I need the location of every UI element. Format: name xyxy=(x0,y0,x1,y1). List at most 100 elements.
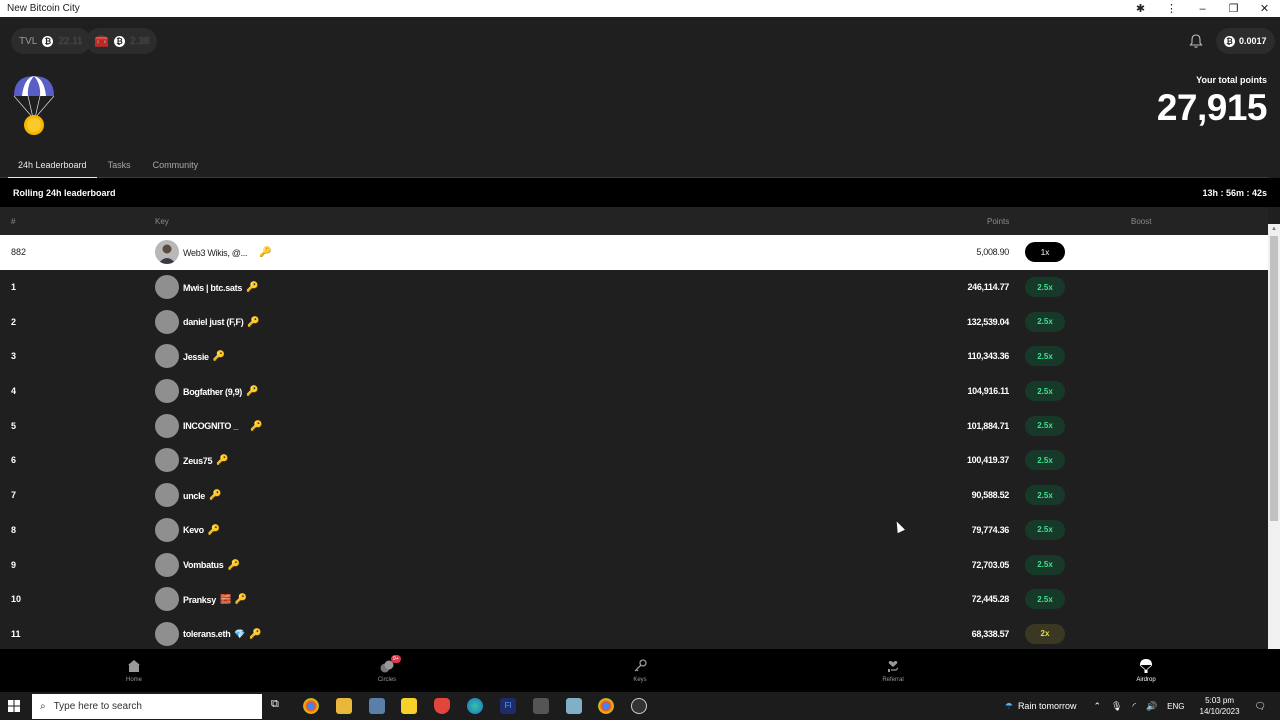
extensions-icon[interactable]: ✱ xyxy=(1125,2,1156,15)
row-name: Mwis | btc.sats xyxy=(183,282,243,293)
nav-referral[interactable]: Referral xyxy=(863,658,923,683)
table-row[interactable]: 8 Kevo 🔑 79,774.36 2.5x xyxy=(0,513,1268,548)
row-name: Bogfather (9,9) xyxy=(183,386,243,397)
avatar xyxy=(155,552,179,577)
key-icon: 🔑 xyxy=(250,420,263,432)
table-row[interactable]: 10 Pranksy 🧱 🔑 72,445.28 2.5x xyxy=(0,582,1268,617)
avatar xyxy=(155,587,179,612)
clock[interactable]: 5:03 pm 14/10/2023 xyxy=(1200,695,1240,717)
row-name: INCOGNITO _ xyxy=(183,421,239,432)
nav-airdrop[interactable]: Airdrop xyxy=(1116,658,1176,683)
row-rank: 11 xyxy=(11,628,21,639)
nav-label: Circles xyxy=(377,677,397,683)
microphone-icon[interactable]: 🎙 xyxy=(1111,701,1122,712)
table-row[interactable]: 5 INCOGNITO _ 🔑 101,884.71 2.5x xyxy=(0,409,1268,444)
show-hidden-icons[interactable]: ⌃ xyxy=(1093,701,1101,712)
row-points: 100,419.37 xyxy=(966,455,1009,466)
row-rank: 8 xyxy=(11,524,17,535)
tvl-label: TVL xyxy=(19,35,38,47)
rain-umbrella-icon: ☂ xyxy=(1004,700,1013,711)
avatar xyxy=(155,448,179,473)
row-points: 68,338.57 xyxy=(971,628,1010,639)
boost-badge: 2x xyxy=(1025,623,1065,644)
window-title: New Bitcoin City xyxy=(7,3,80,14)
avatar xyxy=(155,344,179,369)
volume-icon[interactable]: 🔊 xyxy=(1146,701,1157,712)
nav-home[interactable]: Home xyxy=(104,658,164,683)
table-row[interactable]: 7 uncle 🔑 90,588.52 2.5x xyxy=(0,478,1268,513)
nav-keys[interactable]: Keys xyxy=(610,658,670,683)
tab-tasks[interactable]: Tasks xyxy=(97,157,142,178)
app-icon[interactable] xyxy=(566,698,582,714)
taskbar-search-input[interactable]: ⌕ Type here to search xyxy=(32,694,262,719)
scrollbar[interactable]: ▲ xyxy=(1268,224,1280,666)
bitcoin-icon: ₿ xyxy=(1224,35,1235,47)
close-button[interactable]: ✕ xyxy=(1249,2,1280,15)
restore-button[interactable]: ❐ xyxy=(1218,2,1249,15)
weather-text: Rain tomorrow xyxy=(1017,701,1077,711)
table-row[interactable]: 11 tolerans.eth 💎 🔑 68,338.57 2x xyxy=(0,617,1268,652)
edge-icon[interactable] xyxy=(467,698,483,714)
chrome-icon[interactable] xyxy=(303,698,319,714)
scrollbar-thumb[interactable] xyxy=(1270,236,1278,521)
table-row[interactable]: 4 Bogfather (9,9) 🔑 104,916.11 2.5x xyxy=(0,374,1268,409)
minimize-button[interactable]: – xyxy=(1187,3,1218,15)
chrome-profile-icon[interactable] xyxy=(598,698,614,714)
avatar xyxy=(155,240,179,264)
row-points: 72,445.28 xyxy=(971,594,1010,605)
nav-label: Referral xyxy=(882,677,904,683)
table-row[interactable]: 2 daniel just (F,F) 🔑 132,539.04 2.5x xyxy=(0,305,1268,340)
nav-circles[interactable]: 9+ Circles xyxy=(357,655,417,683)
boost-badge: 2.5x xyxy=(1025,277,1065,297)
tvl-pill[interactable]: TVL ₿ 22.11 xyxy=(11,28,91,54)
table-row[interactable]: 6 Zeus75 🔑 100,419.37 2.5x xyxy=(0,443,1268,478)
treasure-value: 2.38 xyxy=(129,35,150,47)
search-icon: ⌕ xyxy=(40,701,46,712)
row-points: 5,008.90 xyxy=(976,247,1009,257)
notification-bell-icon[interactable] xyxy=(1188,33,1204,49)
tab-24h-leaderboard[interactable]: 24h Leaderboard xyxy=(8,157,97,178)
my-rank-row[interactable]: 882 Web3 Wikis, @... 🔑 5,008.90 1x xyxy=(0,235,1268,270)
bitcoin-icon: ₿ xyxy=(113,35,125,47)
brave-icon[interactable] xyxy=(434,698,450,714)
app-icon[interactable] xyxy=(631,698,647,714)
boost-badge: 2.5x xyxy=(1025,311,1065,332)
boost-badge: 2.5x xyxy=(1025,346,1065,367)
calculator-icon[interactable] xyxy=(369,698,385,714)
countdown-timer: 13h : 56m : 42s xyxy=(1202,187,1267,198)
weather-widget[interactable]: ☂ Rain tomorrow xyxy=(1005,701,1077,712)
active-app-icon[interactable] xyxy=(533,698,549,714)
table-row[interactable]: 3 Jessie 🔑 110,343.36 2.5x xyxy=(0,339,1268,374)
wallet-balance-button[interactable]: ₿ 0.0017 xyxy=(1216,28,1275,54)
boost-badge: 1x xyxy=(1025,242,1065,262)
file-explorer-icon[interactable] xyxy=(336,698,352,714)
app-container: TVL ₿ 22.11 🧰 ₿ 2.38 ₿ 0.0017 Your total… xyxy=(0,17,1280,692)
fl-app-icon[interactable]: Fl xyxy=(500,698,516,714)
scroll-up-arrow[interactable]: ▲ xyxy=(1271,226,1277,232)
wifi-icon[interactable]: ◜ xyxy=(1132,701,1136,712)
table-row[interactable]: 9 Vombatus 🔑 72,703.05 2.5x xyxy=(0,548,1268,583)
leaderboard-header: Rolling 24h leaderboard 13h : 56m : 42s xyxy=(0,178,1280,207)
notifications-icon[interactable]: 🗨 xyxy=(1255,701,1266,712)
system-tray: ☂ Rain tomorrow ⌃ 🎙 ◜ 🔊 ENG 5:03 pm 14/1… xyxy=(1005,692,1280,720)
row-rank: 3 xyxy=(11,351,17,362)
more-options-icon[interactable]: ⋮ xyxy=(1156,2,1187,15)
row-points: 132,539.04 xyxy=(966,316,1009,327)
language-indicator[interactable]: ENG xyxy=(1167,702,1184,711)
avatar xyxy=(155,483,179,508)
key-icon: 🔑 xyxy=(209,490,222,502)
key-icon: 🔑 xyxy=(246,282,259,293)
row-rank: 7 xyxy=(11,490,17,501)
boost-badge: 2.5x xyxy=(1025,415,1065,436)
sticky-notes-icon[interactable] xyxy=(401,698,417,714)
treasure-pill[interactable]: 🧰 ₿ 2.38 xyxy=(86,28,158,54)
windows-start-icon[interactable] xyxy=(8,700,20,712)
search-placeholder: Type here to search xyxy=(53,701,142,712)
row-name: Zeus75 xyxy=(183,455,213,466)
row-rank: 10 xyxy=(11,594,22,605)
row-name: Pranksy xyxy=(183,594,216,605)
table-row[interactable]: 1 Mwis | btc.sats 🔑 246,114.77 2.5x xyxy=(0,270,1268,305)
column-points: Points xyxy=(987,217,1010,226)
task-view-icon[interactable]: ⧉ xyxy=(271,698,287,714)
tab-community[interactable]: Community xyxy=(142,157,210,178)
